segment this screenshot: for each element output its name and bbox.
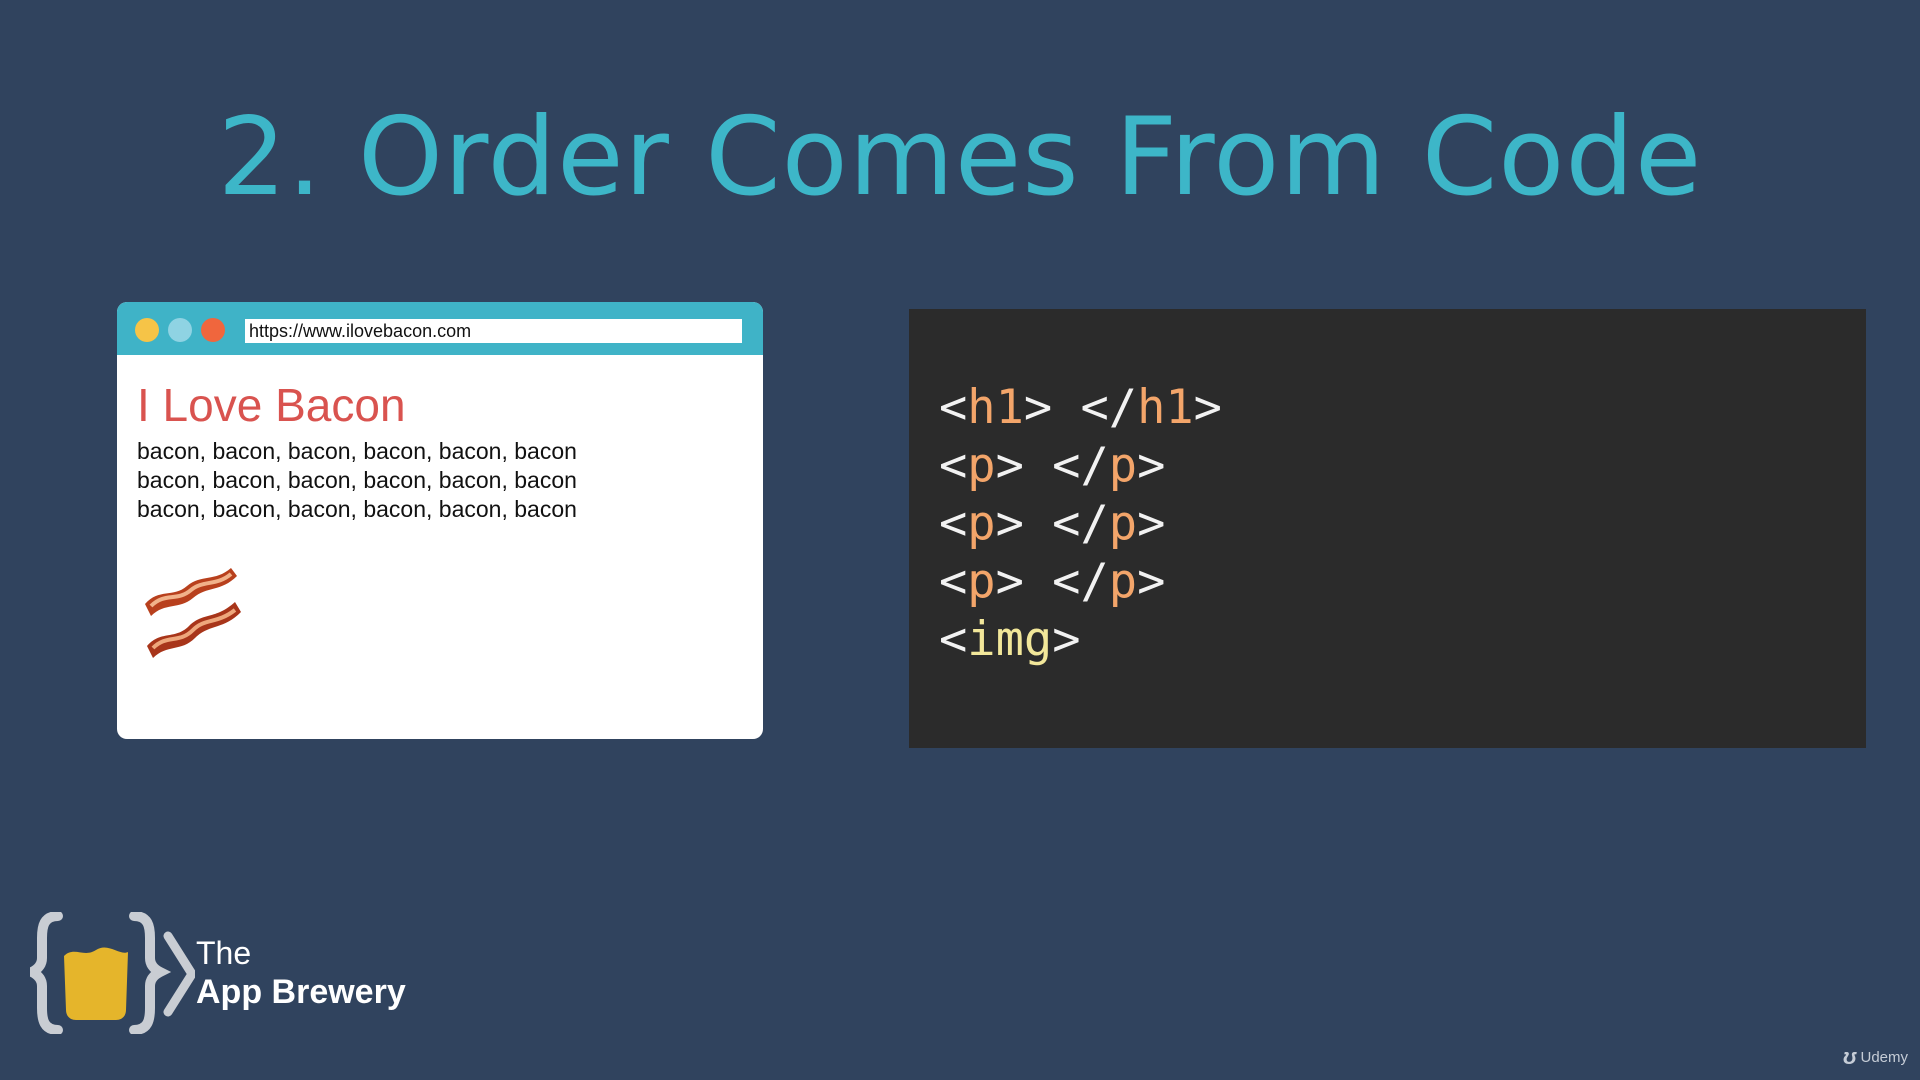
udemy-label: Udemy [1860, 1048, 1908, 1066]
code-line: <p> </p> [939, 437, 1222, 495]
bacon-image [145, 568, 241, 658]
code-bracket: > [1052, 612, 1081, 667]
paragraph: bacon, bacon, bacon, bacon, bacon, bacon [137, 496, 577, 522]
code-panel: <h1> </h1> <p> </p> <p> </p> <p> </p> <img> [909, 309, 1866, 748]
code-bracket: > [1137, 496, 1166, 551]
code-bracket: > [1137, 554, 1166, 609]
window-dot-yellow [135, 318, 159, 342]
udemy-watermark: ʊ Udemy [1843, 1044, 1908, 1070]
browser-mockup: https://www.ilovebacon.com I Love Bacon … [117, 302, 763, 739]
code-tag-name: p [967, 554, 996, 609]
code-bracket: </ [1052, 380, 1138, 435]
code-line: <p> </p> [939, 495, 1222, 553]
code-tag-name: p [967, 438, 996, 493]
code-bracket: < [939, 554, 968, 609]
code-bracket: </ [1023, 554, 1109, 609]
window-dot-red [201, 318, 225, 342]
code-bracket: < [939, 612, 968, 667]
code-bracket: < [939, 438, 968, 493]
paragraph: bacon, bacon, bacon, bacon, bacon, bacon [137, 438, 577, 464]
url-bar: https://www.ilovebacon.com [245, 319, 742, 343]
code-bracket: < [939, 496, 968, 551]
window-dot-blue [168, 318, 192, 342]
app-brewery-logo-icon [30, 912, 195, 1034]
slide-title: 2. Order Comes From Code [217, 95, 1703, 220]
code-bracket: > [995, 554, 1024, 609]
code-line: <p> </p> [939, 553, 1222, 611]
brand-logo-text: The App Brewery [196, 935, 406, 1013]
code-bracket: </ [1023, 438, 1109, 493]
code-tag-name: h1 [1137, 380, 1194, 435]
udemy-icon: ʊ [1842, 1044, 1857, 1069]
paragraph: bacon, bacon, bacon, bacon, bacon, bacon [137, 467, 577, 493]
code-tag-name: p [1108, 496, 1138, 551]
code-bracket: < [939, 380, 968, 435]
code-tag-name: p [1108, 554, 1138, 609]
paragraph-list: bacon, bacon, bacon, bacon, bacon, bacon… [137, 437, 577, 524]
code-bracket: > [995, 496, 1024, 551]
code-lines: <h1> </h1> <p> </p> <p> </p> <p> </p> <img> [939, 379, 1222, 669]
browser-toolbar: https://www.ilovebacon.com [117, 302, 763, 355]
code-bracket: > [1137, 438, 1166, 493]
page-heading: I Love Bacon [137, 379, 406, 431]
code-line: <h1> </h1> [939, 379, 1222, 437]
logo-line-the: The [196, 935, 252, 971]
code-tag-name: p [967, 496, 996, 551]
logo-line-name: App Brewery [196, 973, 406, 1011]
code-tag-name: h1 [967, 380, 1024, 435]
code-bracket: </ [1023, 496, 1109, 551]
code-tag-name: p [1108, 438, 1138, 493]
code-tag-name: img [967, 612, 1053, 667]
code-line: <img> [939, 611, 1222, 669]
code-bracket: > [1023, 380, 1053, 435]
code-bracket: > [1193, 380, 1222, 435]
code-bracket: > [995, 438, 1024, 493]
